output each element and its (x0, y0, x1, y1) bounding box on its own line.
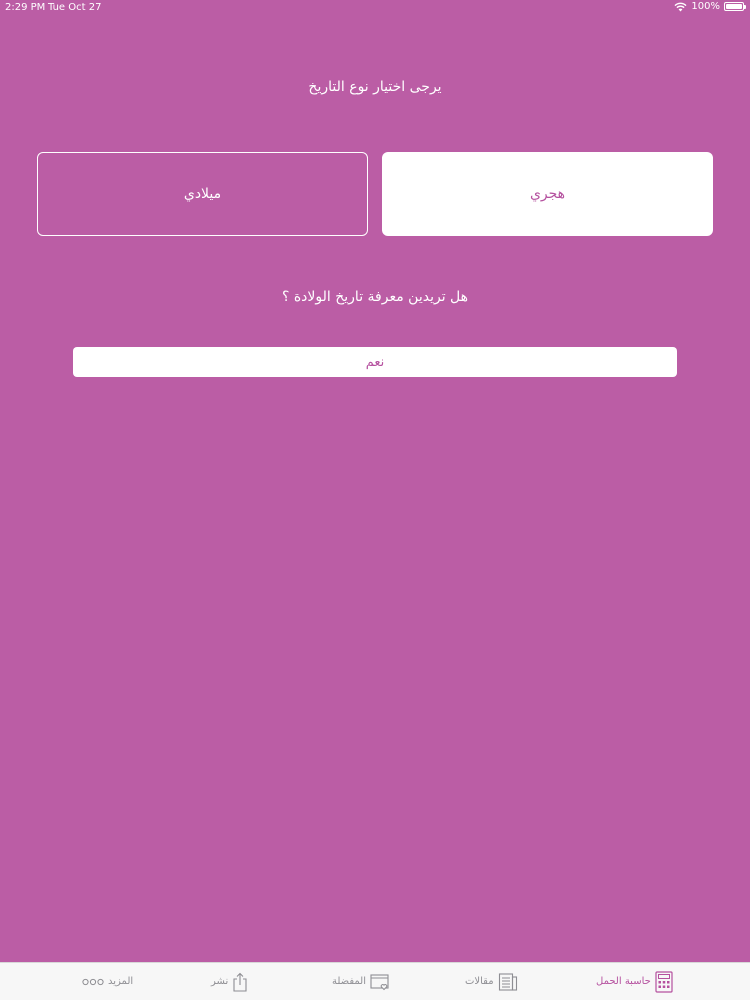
status-time: 2:29 PM (5, 2, 46, 13)
status-indicators: 100% (674, 1, 746, 12)
tab-share[interactable]: نشر (211, 963, 248, 1000)
tab-pregnancy-calculator[interactable]: حاسبة الحمل (596, 963, 673, 1000)
tab-favorites-label: المفضلة (332, 976, 367, 987)
share-icon (233, 972, 247, 992)
hijri-button[interactable]: هجري (382, 152, 713, 236)
yes-button[interactable]: نعم (73, 347, 677, 377)
wifi-icon (674, 2, 687, 11)
tab-favorites[interactable]: المفضلة (332, 963, 390, 1000)
more-icon (82, 978, 104, 985)
tab-more[interactable]: المزيد (82, 963, 133, 1000)
articles-icon (498, 972, 517, 991)
calculator-icon (655, 970, 673, 993)
tab-articles-label: مقالات (465, 976, 494, 987)
status-bar: 2:29 PM Tue Oct 27 100% (0, 0, 750, 16)
tab-articles[interactable]: مقالات (465, 963, 518, 1000)
tab-more-label: المزيد (108, 976, 134, 987)
tab-pregnancy-calculator-label: حاسبة الحمل (596, 976, 651, 987)
tab-bar: المزيد نشر المفضلة مقالات حاسبة الحمل (0, 962, 750, 1000)
date-type-prompt: يرجى اختيار نوع التاريخ (308, 79, 442, 95)
status-date: Tue Oct 27 (48, 2, 102, 13)
tab-share-label: نشر (211, 976, 229, 987)
favorites-icon (370, 973, 389, 990)
battery-icon (724, 2, 746, 11)
battery-percent: 100% (691, 1, 720, 12)
due-date-question: هل تريدين معرفة تاريخ الولادة ؟ (281, 289, 469, 305)
gregorian-button[interactable]: ميلادي (37, 152, 368, 236)
